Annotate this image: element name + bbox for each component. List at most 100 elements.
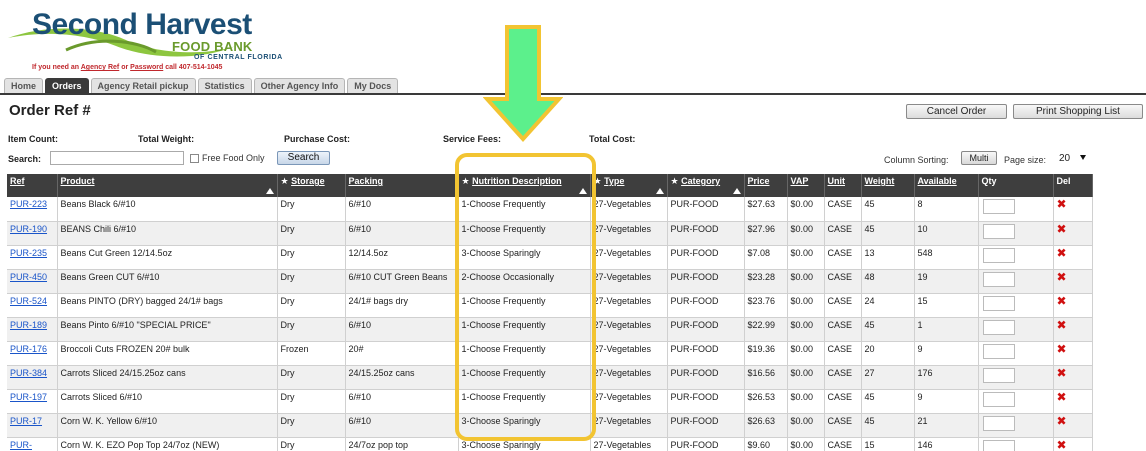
sort-ascending-icon bbox=[655, 188, 664, 194]
help-or: or bbox=[121, 64, 129, 71]
delete-icon[interactable]: ✖ bbox=[1057, 197, 1067, 211]
tab-other-agency-info[interactable]: Other Agency Info bbox=[253, 78, 346, 93]
column-header-packing[interactable]: Packing bbox=[345, 174, 459, 197]
delete-icon[interactable]: ✖ bbox=[1057, 390, 1067, 404]
free-food-filter[interactable]: Free Food Only bbox=[190, 153, 265, 163]
ref-link[interactable]: PUR-17 bbox=[7, 413, 58, 438]
cell-qty bbox=[978, 341, 1054, 366]
cell-packing: 12/14.5oz bbox=[345, 245, 459, 270]
ref-link[interactable]: PUR-197 bbox=[7, 389, 58, 414]
quantity-input[interactable] bbox=[982, 391, 1015, 407]
column-label: Storage bbox=[291, 176, 325, 186]
quantity-input[interactable] bbox=[982, 319, 1015, 335]
column-header-available[interactable]: Available bbox=[914, 174, 979, 197]
column-label: Ref bbox=[10, 176, 25, 186]
ref-link[interactable]: PUR-176 bbox=[7, 341, 58, 366]
cell-packing: 6/#10 bbox=[345, 413, 459, 438]
cell-price: $7.08 bbox=[744, 245, 788, 270]
password-link[interactable]: Password bbox=[130, 64, 163, 71]
column-header-product[interactable]: Product bbox=[57, 174, 278, 197]
column-header-ref[interactable]: Ref bbox=[7, 174, 58, 197]
delete-icon[interactable]: ✖ bbox=[1057, 270, 1067, 284]
quantity-input[interactable] bbox=[982, 223, 1015, 239]
print-shopping-list-button[interactable]: Print Shopping List bbox=[1013, 104, 1143, 119]
cell-packing: 6/#10 CUT Green Beans bbox=[345, 269, 459, 294]
quantity-input[interactable] bbox=[982, 247, 1015, 263]
column-header-del: Del bbox=[1053, 174, 1093, 197]
cell-weight: 13 bbox=[861, 245, 915, 270]
tab-statistics[interactable]: Statistics bbox=[197, 78, 252, 93]
column-header-weight[interactable]: Weight bbox=[861, 174, 915, 197]
column-header-type[interactable]: ★ Type bbox=[590, 174, 668, 197]
cell-unit: CASE bbox=[824, 293, 862, 318]
cell-category: PUR-FOOD bbox=[667, 341, 745, 366]
cell-vap: $0.00 bbox=[787, 317, 825, 342]
quantity-input[interactable] bbox=[982, 271, 1015, 287]
page-title: Order Ref # bbox=[9, 102, 91, 119]
cell-storage: Dry bbox=[277, 389, 346, 414]
ref-link[interactable]: PUR-384 bbox=[7, 365, 58, 390]
quantity-input[interactable] bbox=[982, 199, 1015, 214]
delete-icon[interactable]: ✖ bbox=[1057, 342, 1067, 356]
cell-storage: Dry bbox=[277, 269, 346, 294]
delete-icon[interactable]: ✖ bbox=[1057, 222, 1067, 236]
cell-weight: 27 bbox=[861, 365, 915, 390]
ref-link[interactable]: PUR-450 bbox=[7, 269, 58, 294]
tab-agency-retail-pickup[interactable]: Agency Retail pickup bbox=[90, 78, 196, 93]
ref-link[interactable]: PUR-235 bbox=[7, 245, 58, 270]
column-header-unit[interactable]: Unit bbox=[824, 174, 862, 197]
cell-del: ✖ bbox=[1053, 389, 1093, 414]
quantity-input[interactable] bbox=[982, 343, 1015, 359]
cell-product: Broccoli Cuts FROZEN 20# bulk bbox=[57, 341, 278, 366]
cell-category: PUR-FOOD bbox=[667, 413, 745, 438]
cancel-order-button[interactable]: Cancel Order bbox=[906, 104, 1007, 119]
cell-qty bbox=[978, 245, 1054, 270]
main-tabs: Home Orders Agency Retail pickup Statist… bbox=[4, 78, 399, 93]
cell-type: 27-Vegetables bbox=[590, 293, 668, 318]
cell-available: 21 bbox=[914, 413, 979, 438]
search-input[interactable] bbox=[50, 151, 184, 165]
delete-icon[interactable]: ✖ bbox=[1057, 414, 1067, 428]
column-header-storage[interactable]: ★ Storage bbox=[277, 174, 346, 197]
quantity-input[interactable] bbox=[982, 415, 1015, 431]
column-header-vap[interactable]: VAP bbox=[787, 174, 825, 197]
cell-product: Beans PINTO (DRY) bagged 24/1# bags bbox=[57, 293, 278, 318]
quantity-input[interactable] bbox=[982, 439, 1015, 451]
quantity-input[interactable] bbox=[982, 367, 1015, 383]
ref-link[interactable]: PUR-189 bbox=[7, 317, 58, 342]
free-food-checkbox[interactable] bbox=[190, 153, 199, 163]
page-size-select[interactable]: 20 bbox=[1055, 151, 1090, 165]
column-header-price[interactable]: Price bbox=[744, 174, 788, 197]
total-weight-label: Total Weight: bbox=[138, 134, 195, 144]
cell-price: $16.56 bbox=[744, 365, 788, 390]
cell-unit: CASE bbox=[824, 221, 862, 246]
column-header-category[interactable]: ★ Category bbox=[667, 174, 745, 197]
cell-storage: Dry bbox=[277, 437, 346, 451]
tab-my-docs[interactable]: My Docs bbox=[347, 78, 399, 93]
ref-link[interactable]: PUR-223 bbox=[7, 197, 58, 222]
cell-storage: Dry bbox=[277, 413, 346, 438]
search-button[interactable]: Search bbox=[277, 151, 330, 165]
quantity-input[interactable] bbox=[982, 295, 1015, 311]
cell-unit: CASE bbox=[824, 413, 862, 438]
agency-ref-link[interactable]: Agency Ref bbox=[81, 64, 120, 71]
cell-qty bbox=[978, 269, 1054, 294]
column-label: Qty bbox=[981, 176, 997, 186]
delete-icon[interactable]: ✖ bbox=[1057, 246, 1067, 260]
multi-sort-button[interactable]: Multi bbox=[961, 151, 997, 165]
cell-price: $26.53 bbox=[744, 389, 788, 414]
delete-icon[interactable]: ✖ bbox=[1057, 438, 1067, 451]
cell-weight: 24 bbox=[861, 293, 915, 318]
cell-price: $27.63 bbox=[744, 197, 788, 222]
delete-icon[interactable]: ✖ bbox=[1057, 366, 1067, 380]
ref-link[interactable]: PUR-190 bbox=[7, 221, 58, 246]
delete-icon[interactable]: ✖ bbox=[1057, 294, 1067, 308]
ref-link[interactable]: PUR- bbox=[7, 437, 58, 451]
delete-icon[interactable]: ✖ bbox=[1057, 318, 1067, 332]
tab-orders[interactable]: Orders bbox=[45, 78, 89, 93]
cell-qty bbox=[978, 293, 1054, 318]
tab-home[interactable]: Home bbox=[4, 78, 44, 93]
cell-product: Corn W. K. Yellow 6/#10 bbox=[57, 413, 278, 438]
cell-del: ✖ bbox=[1053, 245, 1093, 270]
ref-link[interactable]: PUR-524 bbox=[7, 293, 58, 318]
